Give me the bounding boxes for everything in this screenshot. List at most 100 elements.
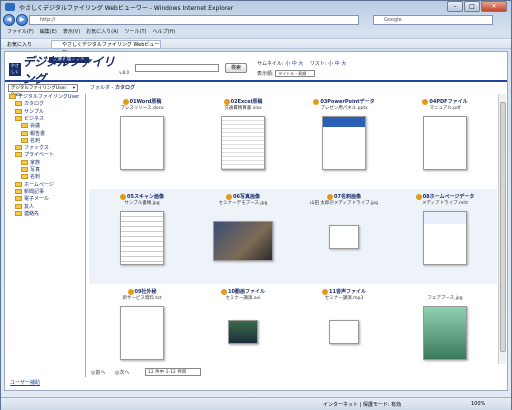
file-title[interactable]: 06写真画像	[198, 193, 288, 200]
file-title[interactable]: 07名刺画像	[299, 193, 389, 200]
pane-divider[interactable]	[85, 94, 86, 377]
browser-window: やさしくデジタルファイリング Webビューワー - Windows Intern…	[0, 0, 512, 410]
edit-icon[interactable]	[122, 98, 129, 105]
edit-icon[interactable]	[327, 193, 334, 200]
file-title[interactable]: 02Excel原稿	[198, 98, 288, 105]
tree-folder-item[interactable]: カタログ	[15, 101, 44, 108]
file-thumbnail[interactable]	[329, 225, 359, 249]
minimize-button[interactable]: –	[447, 1, 463, 12]
file-thumbnail[interactable]	[120, 211, 164, 265]
tree-folder-item[interactable]: 名刺	[21, 137, 40, 145]
file-title[interactable]: 01Word原稿	[97, 98, 187, 105]
file-item[interactable]: 11音声ファイル セミナー講演.mp3	[299, 288, 389, 366]
file-thumbnail[interactable]	[228, 320, 258, 344]
list-size-medium[interactable]: 中	[335, 61, 340, 67]
edit-icon[interactable]	[422, 98, 429, 105]
favorites-button[interactable]: お気に入り	[7, 41, 32, 48]
file-item[interactable]: 01Word原稿 プレスリリース.docx	[97, 98, 187, 188]
tree-folder-item[interactable]: 電子メール	[15, 196, 49, 203]
tree-folder-label: プライベート	[24, 152, 55, 159]
tree-folder-item[interactable]: 名刺	[21, 174, 40, 181]
vertical-scrollbar[interactable]	[498, 94, 506, 364]
file-thumbnail[interactable]	[221, 116, 265, 170]
file-item[interactable]: 08ホームページデータ メディアドライブ.mht	[400, 193, 490, 283]
edit-icon[interactable]	[223, 98, 230, 105]
browser-tab[interactable]: やさしくデジタルファイリング Webビューワー	[51, 40, 161, 56]
file-thumbnail[interactable]	[423, 211, 467, 265]
forward-button[interactable]: ▶	[16, 14, 28, 26]
close-button[interactable]: ✕	[481, 1, 507, 12]
file-thumbnail[interactable]	[120, 306, 164, 360]
menu-help[interactable]: ヘルプ(H)	[152, 28, 175, 37]
edit-icon[interactable]	[322, 288, 329, 295]
zoom-level[interactable]: 100%	[471, 401, 485, 407]
file-thumbnail[interactable]	[423, 306, 467, 360]
file-title[interactable]: 03PowerPointデータ	[299, 98, 389, 105]
edit-icon[interactable]	[120, 193, 127, 200]
menu-file[interactable]: ファイル(F)	[7, 28, 34, 37]
maximize-button[interactable]: □	[464, 1, 480, 12]
menu-tools[interactable]: ツール(T)	[125, 28, 147, 37]
file-item[interactable]: 04PDFファイル マニュアル.pdf	[400, 98, 490, 188]
tree-folder-item[interactable]: ファックス	[15, 145, 49, 152]
keyword-input[interactable]	[135, 64, 219, 72]
menu-view[interactable]: 表示(V)	[63, 28, 80, 37]
tree-folder-item[interactable]: ビジネス	[15, 115, 44, 123]
edit-icon[interactable]	[127, 288, 134, 295]
tree-folder-item[interactable]: 会議	[21, 123, 40, 130]
tree-folder-item[interactable]: 新聞記事	[15, 188, 44, 196]
file-title[interactable]: 04PDFファイル	[400, 98, 490, 105]
tree-folder-item[interactable]: サンプル	[15, 108, 44, 116]
thumb-size-large[interactable]: 大	[298, 61, 303, 67]
page-range-select[interactable]: 12 件中 1-12 件目	[145, 368, 201, 376]
tree-folder-item[interactable]: 家族	[21, 159, 40, 167]
file-title[interactable]: 09社外秘	[97, 288, 187, 295]
file-item[interactable]: 05スキャン画像 サンプル書類.jpg	[97, 193, 187, 283]
tree-folder-item[interactable]: デジタルファイリングUser	[9, 94, 79, 101]
list-size-large[interactable]: 大	[341, 61, 346, 67]
menu-favorites[interactable]: お気に入り(A)	[86, 28, 118, 37]
file-title[interactable]: 08ホームページデータ	[400, 193, 490, 200]
accessibility-link[interactable]: ユーザー補助	[10, 379, 40, 386]
back-button[interactable]: ◀	[3, 14, 15, 26]
search-button[interactable]: 検索	[225, 63, 247, 73]
search-input[interactable]: Google	[373, 15, 493, 25]
edit-icon[interactable]	[226, 193, 233, 200]
edit-icon[interactable]	[415, 193, 422, 200]
folder-icon	[15, 203, 22, 209]
file-item[interactable]: 03PowerPointデータ プレゼン用パネル.pptx	[299, 98, 389, 188]
file-item[interactable]: 09社外秘 新サービス資料.txt	[97, 288, 187, 366]
folder-icon	[15, 145, 22, 151]
data-source-select[interactable]: デジタルファイリングUser Data	[8, 84, 78, 98]
file-name: 山田 太郎＠メディアドライブ.jpg	[309, 201, 378, 206]
prev-page-button[interactable]: ◎前へ	[91, 369, 105, 376]
file-item[interactable]: 10動画ファイル セミナー講演.avi	[198, 288, 288, 366]
file-thumbnail[interactable]	[120, 116, 164, 170]
file-title[interactable]: 11音声ファイル	[299, 288, 389, 295]
file-thumbnail[interactable]	[322, 116, 366, 170]
file-item[interactable]: 06写真画像 セミナーデモブース.jpg	[198, 193, 288, 283]
file-thumbnail[interactable]	[213, 221, 273, 261]
file-thumbnail[interactable]	[423, 116, 467, 170]
tree-folder-item[interactable]: プライベート	[15, 152, 54, 159]
tree-folder-item[interactable]: 報告書	[21, 130, 45, 138]
url-input[interactable]: http://	[29, 15, 359, 25]
file-item[interactable]: 07名刺画像 山田 太郎＠メディアドライブ.jpg	[299, 193, 389, 283]
edit-icon[interactable]	[313, 98, 320, 105]
file-item[interactable]: 02Excel原稿 交通費精算書.xlsx	[198, 98, 288, 188]
sort-select[interactable]: タイトル - 昇順	[275, 70, 316, 77]
thumb-size-small[interactable]: 小	[285, 61, 290, 67]
thumb-size-medium[interactable]: 中	[292, 61, 297, 67]
scrollbar-thumb[interactable]	[500, 102, 506, 352]
list-size-small[interactable]: 小	[328, 61, 333, 67]
menu-edit[interactable]: 編集(E)	[40, 28, 57, 37]
file-thumbnail[interactable]	[329, 320, 359, 344]
tree-folder-item[interactable]: ホームページ	[15, 181, 54, 189]
file-title[interactable]: 05スキャン画像	[97, 193, 187, 200]
file-item[interactable]: フェアブース.jpg	[400, 288, 490, 366]
tree-folder-item[interactable]: 友人	[15, 203, 34, 211]
tree-folder-item[interactable]: 連絡先	[15, 210, 39, 218]
edit-icon[interactable]	[221, 288, 228, 295]
next-page-button[interactable]: ◎次へ	[115, 369, 129, 376]
file-title[interactable]: 10動画ファイル	[198, 288, 288, 295]
